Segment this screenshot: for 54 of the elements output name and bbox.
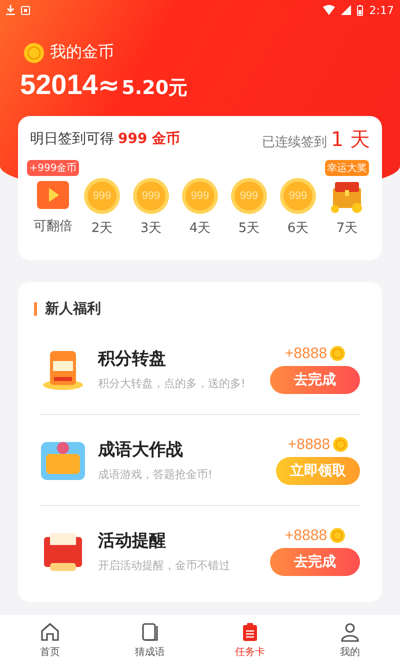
tab[interactable]: 猜成语	[100, 615, 200, 666]
task-description: 开启活动提醒，金币不错过	[98, 558, 231, 573]
download-icon	[6, 5, 15, 15]
clipboard-icon	[240, 622, 260, 642]
day-label: 2天	[91, 220, 113, 237]
day-label: 6天	[287, 220, 309, 237]
home-icon	[40, 622, 60, 642]
task-button[interactable]: 去完成	[270, 366, 360, 394]
wifi-icon	[323, 5, 336, 15]
task-description: 积分大转盘，点的多，送的多!	[98, 376, 246, 391]
cash-value: 5.20元	[122, 76, 188, 101]
coin-icon: 999	[280, 178, 316, 214]
tab[interactable]: 任务卡	[200, 615, 300, 666]
reward-amount: +8888	[288, 436, 330, 452]
coin-icon: 999	[182, 178, 218, 214]
status-time: 2:17	[369, 4, 394, 16]
wallet-title: 我的金币	[50, 42, 114, 63]
video-play-icon	[36, 178, 70, 212]
streak-label: 已连续签到	[262, 134, 327, 150]
reward-amount: +8888	[284, 344, 328, 362]
reward-tag: 幸运大奖	[325, 160, 369, 176]
coin-icon	[333, 436, 348, 452]
task-title: 成语大作战	[98, 439, 184, 461]
day-label: 7天	[336, 220, 358, 237]
coin-icon: 999	[133, 178, 169, 214]
section-title: 新人福利	[45, 300, 101, 318]
approx-sign: ≈	[98, 71, 120, 101]
streak-value: 1 天	[330, 126, 370, 152]
tab[interactable]: 首页	[0, 615, 100, 666]
task-button[interactable]: 去完成	[270, 548, 360, 576]
day-label: 3天	[140, 220, 162, 237]
day-label: 4天	[189, 220, 211, 237]
notification-icon	[21, 6, 30, 14]
tomorrow-amount: 999 金币	[118, 130, 180, 148]
task-title: 活动提醒	[98, 530, 167, 552]
user-icon	[340, 622, 360, 642]
coin-icon	[330, 346, 346, 360]
coin-icon	[24, 42, 44, 62]
day-label: 5天	[238, 220, 260, 237]
task-description: 成语游戏，答题抢金币!	[98, 467, 214, 482]
coin-icon: 999	[84, 178, 120, 214]
coin-icon: 999	[231, 178, 267, 214]
task-title: 积分转盘	[98, 348, 167, 370]
day-label: 可翻倍	[34, 218, 72, 235]
battery-icon	[357, 4, 364, 16]
coin-icon	[330, 528, 346, 542]
reward-amount: +8888	[284, 526, 328, 544]
title-accent-bar	[34, 302, 37, 316]
coin-balance: 52014	[20, 69, 98, 101]
book-icon	[140, 622, 160, 642]
signal-icon	[341, 5, 352, 15]
reward-tag: +999金币	[27, 160, 79, 176]
tomorrow-label: 明日签到可得	[30, 130, 114, 148]
tab[interactable]: 我的	[300, 615, 400, 666]
